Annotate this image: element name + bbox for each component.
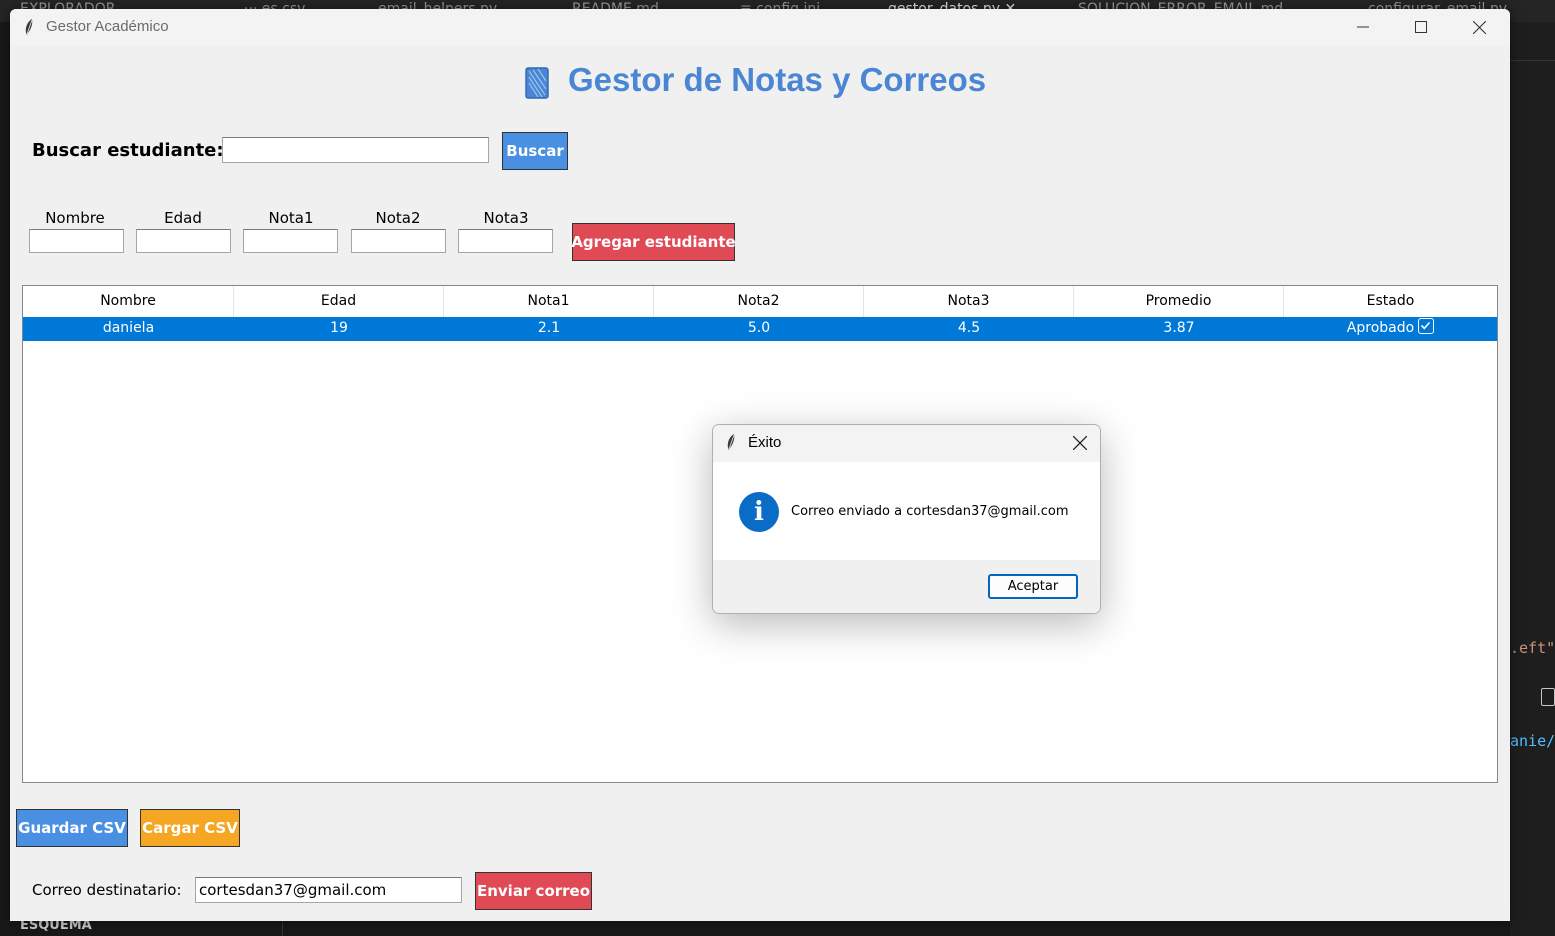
cell-promedio: 3.87 xyxy=(1163,320,1195,336)
search-input[interactable] xyxy=(222,137,489,163)
nota3-field[interactable] xyxy=(458,229,553,253)
search-button[interactable]: Buscar xyxy=(502,132,568,170)
column-header-edad[interactable]: Edad xyxy=(234,286,444,317)
send-email-button[interactable]: Enviar correo xyxy=(475,872,592,910)
edad-field[interactable] xyxy=(136,229,231,253)
table-header: Nombre Edad Nota1 Nota2 Nota3 Promedio E… xyxy=(23,286,1497,317)
nota1-label: Nota1 xyxy=(268,209,314,227)
dialog-message: Correo enviado a cortesdan37@gmail.com xyxy=(791,504,1069,519)
info-icon: i xyxy=(739,492,779,532)
recipient-label: Correo destinatario: xyxy=(32,881,182,899)
nota2-field[interactable] xyxy=(351,229,446,253)
editor-pane xyxy=(1510,22,1555,936)
maximize-icon xyxy=(1415,21,1427,33)
minimize-icon xyxy=(1357,26,1369,28)
minimize-button[interactable] xyxy=(1335,9,1393,46)
maximize-button[interactable] xyxy=(1393,9,1451,46)
cell-nota3: 4.5 xyxy=(957,320,981,336)
dialog-title: Éxito xyxy=(748,434,782,451)
window-title: Gestor Académico xyxy=(46,18,169,35)
close-icon xyxy=(1473,21,1486,34)
close-icon xyxy=(1073,436,1087,450)
nombre-field[interactable] xyxy=(29,229,124,253)
save-csv-button[interactable]: Guardar CSV xyxy=(16,809,128,847)
nombre-label: Nombre xyxy=(45,209,105,227)
window-titlebar[interactable]: Gestor Académico xyxy=(10,9,1510,46)
notebook-icon xyxy=(525,67,549,99)
dialog-body: i Correo enviado a cortesdan37@gmail.com xyxy=(713,462,1100,560)
page-title: Gestor de Notas y Correos xyxy=(568,61,987,98)
cell-edad: 19 xyxy=(330,320,348,336)
code-fragment: .eft", xyxy=(1510,639,1555,657)
feather-icon xyxy=(727,434,735,450)
column-header-estado[interactable]: Estado xyxy=(1284,286,1497,317)
dialog-footer: Aceptar xyxy=(713,560,1100,613)
load-csv-button[interactable]: Cargar CSV xyxy=(140,809,240,847)
column-header-nota3[interactable]: Nota3 xyxy=(864,286,1074,317)
explorer-sidebar xyxy=(0,22,10,936)
cell-estado: Aprobado xyxy=(1284,317,1497,341)
recipient-email-input[interactable] xyxy=(195,877,462,903)
panel-divider xyxy=(282,920,283,936)
editor-divider xyxy=(1510,60,1555,61)
column-header-nota2[interactable]: Nota2 xyxy=(654,286,864,317)
column-header-nota1[interactable]: Nota1 xyxy=(444,286,654,317)
nota3-label: Nota3 xyxy=(483,209,529,227)
code-fragment: anie/D xyxy=(1510,732,1555,750)
column-header-nombre[interactable]: Nombre xyxy=(23,286,234,317)
edad-label: Edad xyxy=(164,209,202,227)
dialog-close-button[interactable] xyxy=(1063,425,1100,462)
feather-icon xyxy=(25,19,33,35)
cell-nota2: 5.0 xyxy=(747,320,771,336)
status-text: Aprobado xyxy=(1346,320,1415,336)
checkmark-icon xyxy=(1418,318,1435,334)
column-header-promedio[interactable]: Promedio xyxy=(1074,286,1284,317)
success-dialog: Éxito i Correo enviado a cortesdan37@gma… xyxy=(712,424,1101,614)
nota1-field[interactable] xyxy=(243,229,338,253)
ok-button[interactable]: Aceptar xyxy=(988,574,1078,599)
terminal-icon[interactable] xyxy=(1541,688,1555,706)
table-row-selected[interactable]: daniela 19 2.1 5.0 4.5 3.87 Aprobado xyxy=(23,317,1497,341)
cell-nota1: 2.1 xyxy=(537,320,561,336)
close-button[interactable] xyxy=(1451,9,1509,46)
nota2-label: Nota2 xyxy=(375,209,421,227)
dialog-titlebar[interactable]: Éxito xyxy=(713,425,1100,462)
search-label: Buscar estudiante: xyxy=(32,140,224,161)
cell-nombre: daniela xyxy=(102,320,155,336)
add-student-button[interactable]: Agregar estudiante xyxy=(571,223,736,261)
